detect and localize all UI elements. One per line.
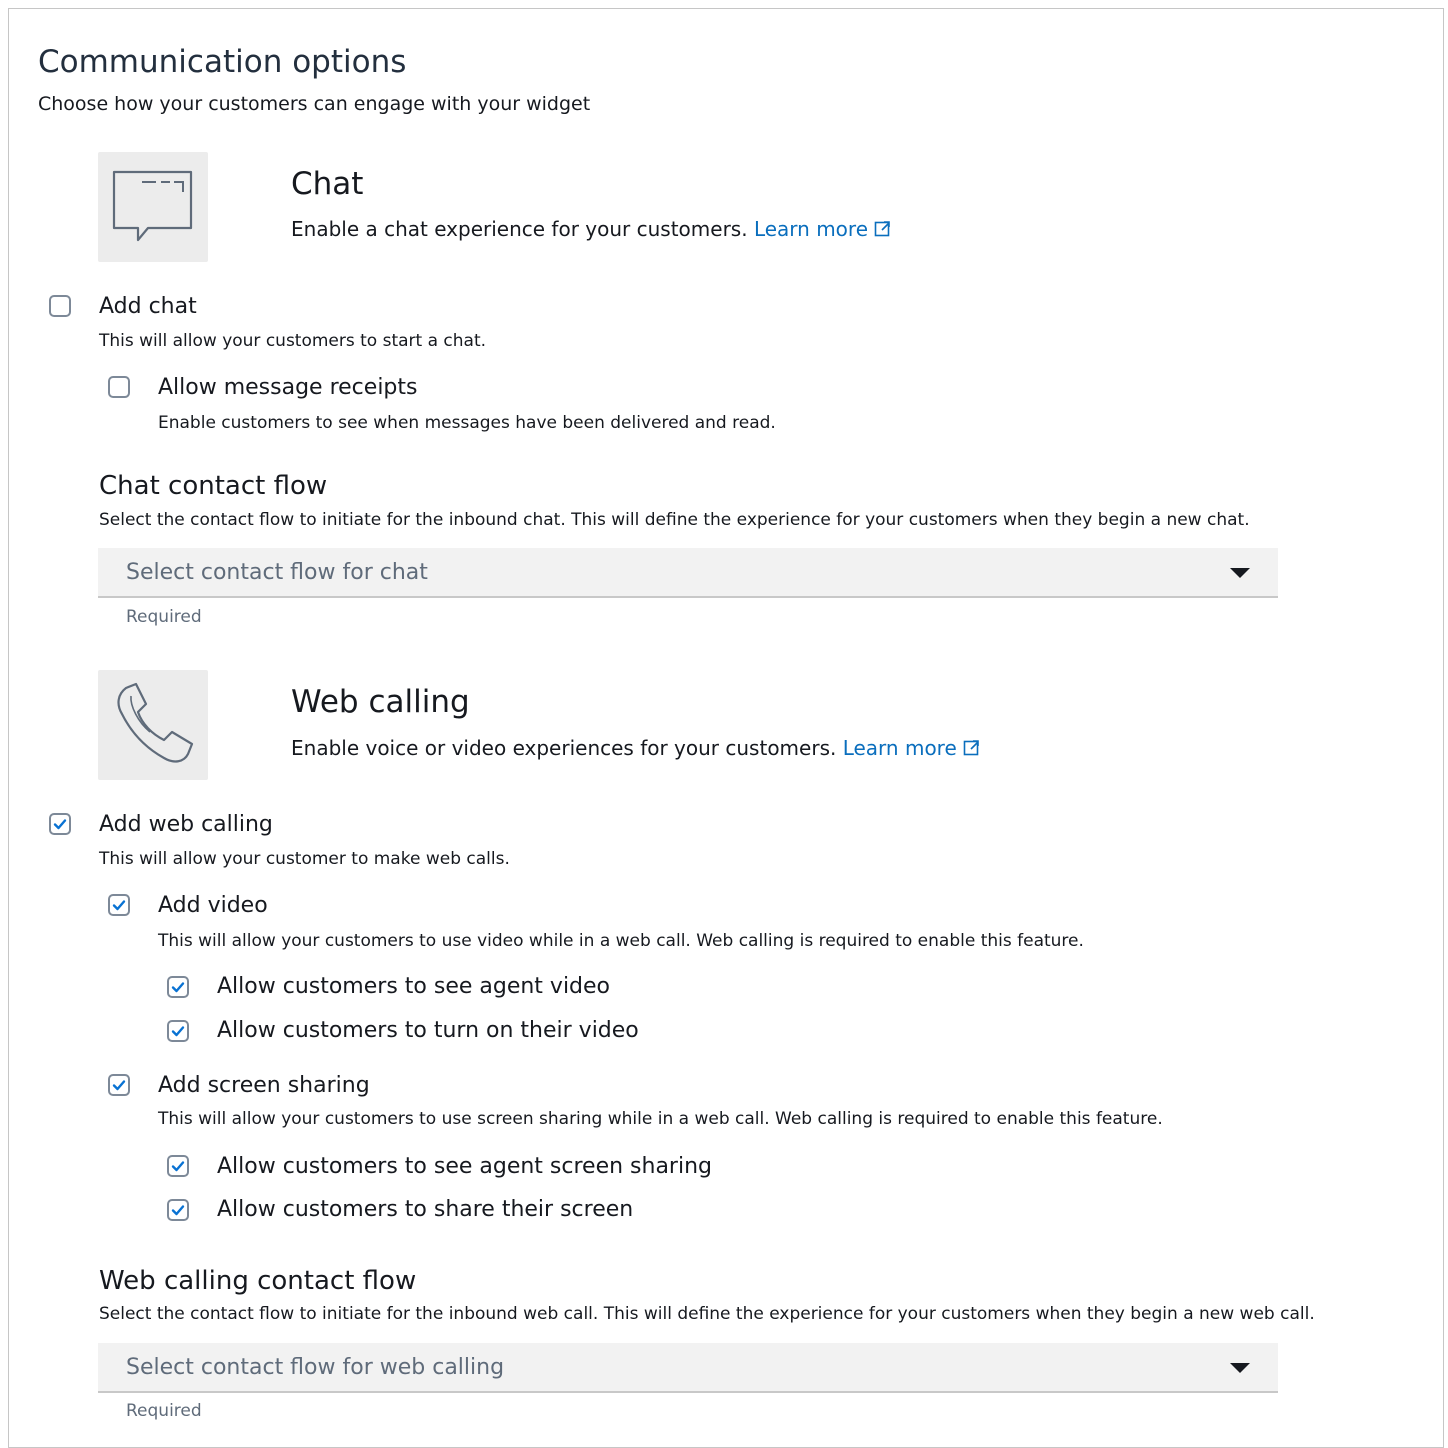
message-receipts-checkbox[interactable] xyxy=(108,376,130,398)
web-calling-contact-flow-hint: Required xyxy=(126,1401,202,1421)
add-video-label: Add video xyxy=(158,893,268,918)
web-calling-contact-flow-placeholder: Select contact flow for web calling xyxy=(126,1355,505,1380)
chat-contact-flow-placeholder: Select contact flow for chat xyxy=(126,560,428,585)
add-video-checkbox[interactable] xyxy=(108,894,130,916)
checkmark-icon xyxy=(112,1080,126,1091)
section-title: Communication options xyxy=(38,44,407,80)
web-calling-contact-flow-description: Select the contact flow to initiate for … xyxy=(99,1304,1315,1324)
chat-title: Chat xyxy=(291,166,364,202)
add-web-calling-description: This will allow your customer to make we… xyxy=(99,849,510,869)
add-chat-label: Add chat xyxy=(99,294,197,319)
chat-tile xyxy=(98,152,208,262)
add-web-calling-label: Add web calling xyxy=(99,812,273,837)
chat-bubble-icon xyxy=(112,170,193,242)
see-agent-video-label: Allow customers to see agent video xyxy=(217,974,611,999)
checkmark-icon xyxy=(171,1161,185,1172)
add-screen-sharing-label: Add screen sharing xyxy=(158,1073,370,1098)
turn-on-video-checkbox[interactable] xyxy=(167,1020,189,1042)
see-agent-screen-checkbox[interactable] xyxy=(167,1155,189,1177)
message-receipts-label: Allow message receipts xyxy=(158,375,418,400)
external-link-icon xyxy=(875,221,891,237)
web-calling-learn-more-link[interactable]: Learn more xyxy=(843,736,980,760)
add-video-description: This will allow your customers to use vi… xyxy=(158,931,1084,951)
chat-description: Enable a chat experience for your custom… xyxy=(291,217,748,241)
checkmark-icon xyxy=(112,900,126,911)
chat-contact-flow-select[interactable]: Select contact flow for chat xyxy=(98,548,1278,598)
add-chat-description: This will allow your customers to start … xyxy=(99,331,487,351)
checkmark-icon xyxy=(171,1026,185,1037)
add-chat-checkbox[interactable] xyxy=(49,295,71,317)
add-screen-sharing-description: This will allow your customers to use sc… xyxy=(158,1109,1163,1129)
web-calling-contact-flow-select[interactable]: Select contact flow for web calling xyxy=(98,1343,1278,1393)
chat-contact-flow-title: Chat contact flow xyxy=(99,471,328,501)
chat-contact-flow-hint: Required xyxy=(126,607,202,627)
share-screen-label: Allow customers to share their screen xyxy=(217,1197,634,1222)
add-screen-sharing-checkbox[interactable] xyxy=(108,1074,130,1096)
caret-down-icon xyxy=(1230,1363,1250,1373)
see-agent-video-checkbox[interactable] xyxy=(167,976,189,998)
checkmark-icon xyxy=(171,1205,185,1216)
web-calling-description-row: Enable voice or video experiences for yo… xyxy=(291,736,980,760)
chat-learn-more-link[interactable]: Learn more xyxy=(754,217,891,241)
share-screen-checkbox[interactable] xyxy=(167,1199,189,1221)
message-receipts-description: Enable customers to see when messages ha… xyxy=(158,413,776,433)
see-agent-screen-label: Allow customers to see agent screen shar… xyxy=(217,1154,712,1179)
chat-description-row: Enable a chat experience for your custom… xyxy=(291,217,891,241)
turn-on-video-label: Allow customers to turn on their video xyxy=(217,1018,639,1043)
web-calling-description: Enable voice or video experiences for yo… xyxy=(291,736,837,760)
web-calling-title: Web calling xyxy=(291,684,470,720)
phone-icon xyxy=(117,682,194,763)
checkmark-icon xyxy=(171,982,185,993)
chat-contact-flow-description: Select the contact flow to initiate for … xyxy=(99,510,1250,530)
web-calling-contact-flow-title: Web calling contact flow xyxy=(99,1266,417,1296)
section-subtitle: Choose how your customers can engage wit… xyxy=(38,93,591,115)
caret-down-icon xyxy=(1230,568,1250,578)
checkmark-icon xyxy=(53,819,67,830)
external-link-icon xyxy=(963,740,979,756)
add-web-calling-checkbox[interactable] xyxy=(49,813,71,835)
web-calling-tile xyxy=(98,670,208,780)
